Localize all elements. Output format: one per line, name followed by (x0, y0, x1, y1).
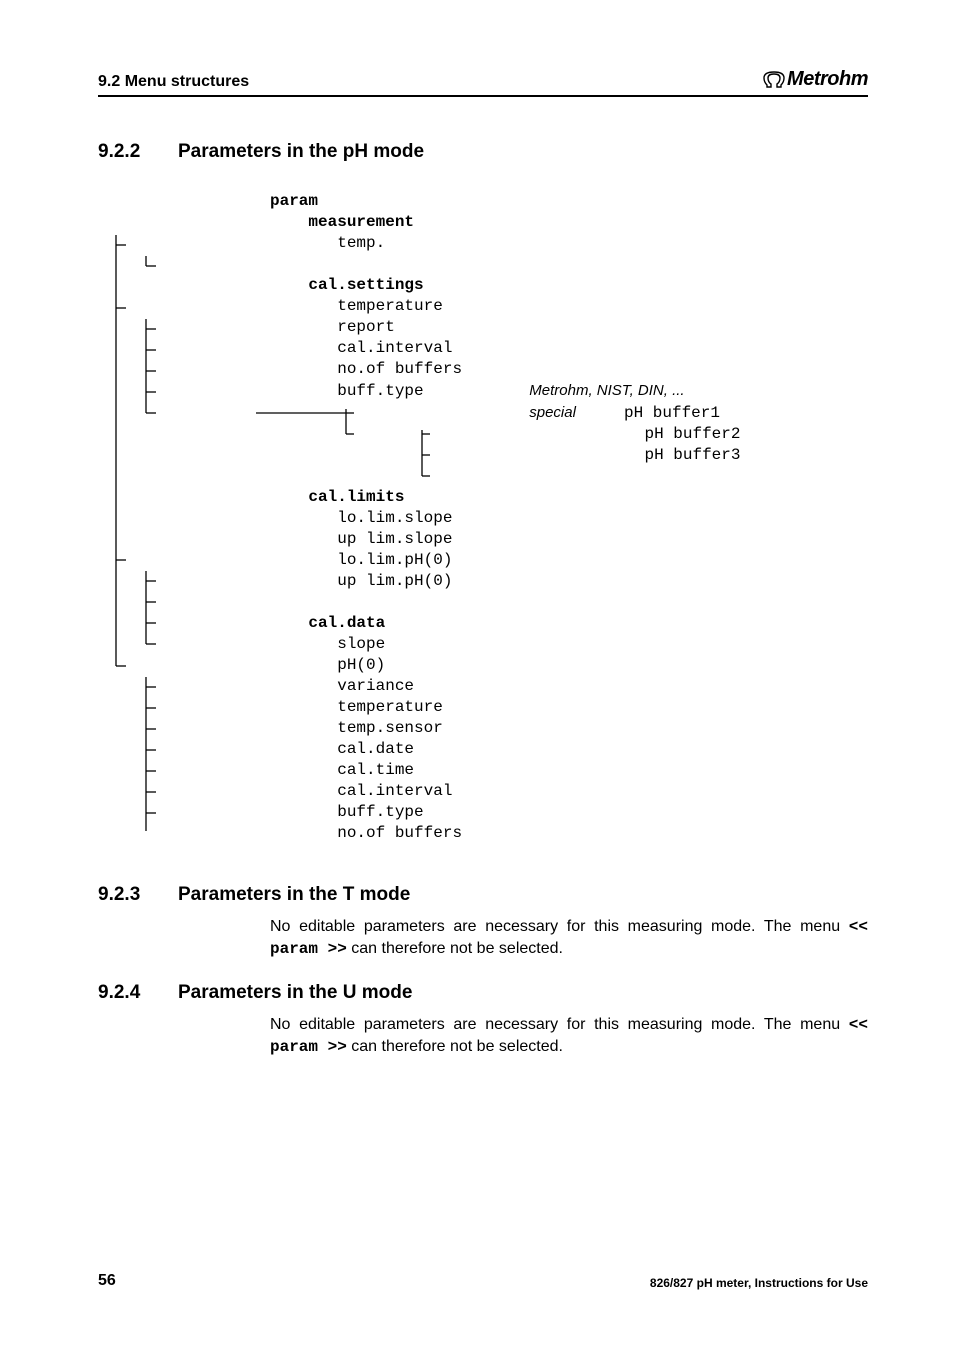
tree-caldata-temperature: temperature (337, 698, 443, 716)
tree-calsettings-bufftype: buff.type (337, 382, 423, 400)
section-number: 9.2.2 (98, 141, 154, 163)
tree-callimits-lolimslope: lo.lim.slope (337, 509, 452, 527)
tree-calsettings-calinterval: cal.interval (337, 339, 452, 357)
tree-caldata-caltime: cal.time (337, 761, 414, 779)
tree-measurement-temp: temp. (337, 234, 385, 252)
body-text-a: No editable parameters are necessary for… (270, 1016, 849, 1033)
tree-caldata-bufftype: buff.type (337, 803, 423, 821)
page-number: 56 (98, 1272, 116, 1290)
tree-special-buffer1: pH buffer1 (624, 404, 720, 422)
tree-calsettings-temperature: temperature (337, 297, 443, 315)
tree-caldata-variance: variance (337, 677, 414, 695)
tree-calsettings-report: report (337, 318, 395, 336)
body-text-b: can therefore not be selected. (347, 940, 563, 957)
tree-caldata-calinterval: cal.interval (337, 782, 452, 800)
tree-caldata-ph0: pH(0) (337, 656, 385, 674)
body-text-a: No editable parameters are necessary for… (270, 918, 849, 935)
section-923: 9.2.3 Parameters in the T mode (98, 884, 868, 906)
brand-text: Metrohm (787, 68, 868, 91)
tree-root: param (270, 192, 318, 210)
menu-tree-text: param measurement temp. cal.settings tem… (270, 191, 868, 844)
section-923-body: No editable parameters are necessary for… (270, 916, 868, 960)
section-number: 9.2.3 (98, 884, 154, 906)
tree-callimits: cal.limits (308, 488, 404, 506)
tree-special-buffer2: pH buffer2 (644, 425, 740, 443)
brand-logo: Metrohm (763, 68, 868, 91)
metrohm-omega-icon (763, 71, 785, 89)
menu-tree: param measurement temp. cal.settings tem… (98, 191, 868, 844)
section-924-body: No editable parameters are necessary for… (270, 1014, 868, 1058)
tree-caldata-slope: slope (337, 635, 385, 653)
body-text-b: can therefore not be selected. (347, 1038, 563, 1055)
tree-callimits-uplimslope: up lim.slope (337, 530, 452, 548)
tree-caldata: cal.data (308, 614, 385, 632)
tree-bufftype-presets: Metrohm, NIST, DIN, ... (529, 382, 684, 399)
section-number: 9.2.4 (98, 982, 154, 1004)
page-header: 9.2 Menu structures Metrohm (98, 68, 868, 97)
tree-callimits-uplimph0: up lim.pH(0) (337, 572, 452, 590)
section-922: 9.2.2 Parameters in the pH mode (98, 141, 868, 163)
tree-caldata-caldate: cal.date (337, 740, 414, 758)
section-924: 9.2.4 Parameters in the U mode (98, 982, 868, 1004)
tree-calsettings: cal.settings (308, 276, 423, 294)
tree-caldata-tempsensor: temp.sensor (337, 719, 443, 737)
tree-callimits-lolimph0: lo.lim.pH(0) (337, 551, 452, 569)
document-title: 826/827 pH meter, Instructions for Use (650, 1276, 868, 1290)
tree-caldata-noofbuffers: no.of buffers (337, 824, 462, 842)
section-title: Parameters in the T mode (178, 884, 410, 906)
tree-bufftype-special: special (529, 404, 576, 421)
page-footer: 56 826/827 pH meter, Instructions for Us… (98, 1272, 868, 1290)
tree-special-buffer3: pH buffer3 (644, 446, 740, 464)
section-title: Parameters in the pH mode (178, 141, 424, 163)
section-title: Parameters in the U mode (178, 982, 412, 1004)
tree-measurement: measurement (308, 213, 414, 231)
tree-calsettings-noofbuffers: no.of buffers (337, 360, 462, 378)
section-breadcrumb: 9.2 Menu structures (98, 73, 249, 91)
